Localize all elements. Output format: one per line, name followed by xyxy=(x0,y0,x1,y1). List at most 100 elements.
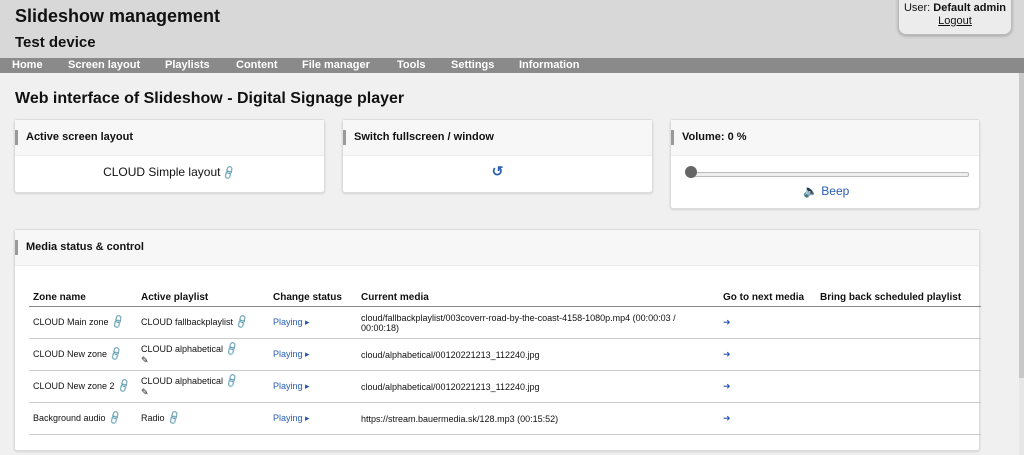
col-current-media: Current media xyxy=(357,274,719,307)
status-toggle[interactable]: Playing ▸ xyxy=(273,317,310,327)
play-icon: ▸ xyxy=(305,413,310,423)
fullscreen-title: Switch fullscreen / window xyxy=(343,120,652,156)
playlist-link-icon[interactable]: 🔗 xyxy=(234,315,250,331)
playlist-name: CLOUD fallbackplaylist xyxy=(141,317,234,327)
volume-slider-handle[interactable] xyxy=(685,166,697,178)
active-layout-title: Active screen layout xyxy=(15,120,324,156)
playlist-link-icon[interactable]: 🔗 xyxy=(224,341,240,357)
next-media-cell: ➜ xyxy=(719,338,816,371)
table-row: CLOUD New zone 2🔗 CLOUD alphabetical🔗 ✎ P… xyxy=(29,370,981,403)
playlist-name: Radio xyxy=(141,413,165,423)
zone-link-icon[interactable]: 🔗 xyxy=(116,379,132,395)
user-label: User: xyxy=(903,2,931,14)
page-heading: Web interface of Slideshow - Digital Sig… xyxy=(15,90,405,107)
zone-link-icon[interactable]: 🔗 xyxy=(110,315,126,331)
playlist-name: CLOUD alphabetical xyxy=(141,343,224,354)
volume-body: 🔈 Beep xyxy=(671,156,979,208)
zone-name: CLOUD New zone 2 xyxy=(33,381,115,391)
media-status-title: Media status & control xyxy=(15,230,979,266)
next-arrow-icon[interactable]: ➜ xyxy=(723,349,731,359)
playlist-cell: CLOUD alphabetical🔗 ✎ xyxy=(137,338,269,371)
next-arrow-icon[interactable]: ➜ xyxy=(723,317,731,327)
next-arrow-icon[interactable]: ➜ xyxy=(723,381,731,391)
play-icon: ▸ xyxy=(305,317,310,327)
volume-slider-track[interactable] xyxy=(691,172,969,177)
status-toggle[interactable]: Playing ▸ xyxy=(273,349,310,359)
nav-tools[interactable]: Tools xyxy=(397,59,426,71)
next-arrow-icon[interactable]: ➜ xyxy=(723,413,731,423)
edit-playlist-icon[interactable]: ✎ xyxy=(141,387,149,397)
zone-name: Background audio xyxy=(33,413,106,423)
active-layout-card: Active screen layout CLOUD Simple layout… xyxy=(14,119,325,193)
refresh-icon[interactable]: ↺ xyxy=(492,163,504,179)
col-change-status: Change status xyxy=(269,274,357,307)
status-label: Playing xyxy=(273,317,303,327)
user-name: Default admin xyxy=(933,2,1007,14)
nav-information[interactable]: Information xyxy=(519,59,580,71)
fullscreen-body: ↺ xyxy=(343,156,652,180)
zone-link-icon[interactable]: 🔗 xyxy=(108,347,124,363)
bring-back-cell xyxy=(816,338,981,371)
logout-link[interactable]: Logout xyxy=(899,15,1011,27)
media-cell: https://stream.bauermedia.sk/128.mp3 (00… xyxy=(357,402,719,435)
media-cell: cloud/fallbackplaylist/003coverr-road-by… xyxy=(357,306,719,339)
main-nav: Home Screen layout Playlists Content Fil… xyxy=(0,58,1024,73)
edit-playlist-icon[interactable]: ✎ xyxy=(141,355,149,365)
status-label: Playing xyxy=(273,413,303,423)
nav-settings[interactable]: Settings xyxy=(451,59,494,71)
status-label: Playing xyxy=(273,381,303,391)
play-icon: ▸ xyxy=(305,381,310,391)
zone-link-icon[interactable]: 🔗 xyxy=(107,411,123,427)
zone-cell: Background audio🔗 xyxy=(29,402,137,435)
edit-link-icon[interactable]: 🔗 xyxy=(222,166,238,182)
zone-name: CLOUD Main zone xyxy=(33,317,109,327)
status-toggle[interactable]: Playing ▸ xyxy=(273,413,310,423)
playlist-cell: CLOUD alphabetical🔗 ✎ xyxy=(137,370,269,403)
page-content: Web interface of Slideshow - Digital Sig… xyxy=(0,73,1024,455)
col-active-playlist: Active playlist xyxy=(137,274,269,307)
col-bring-back: Bring back scheduled playlist xyxy=(816,274,981,307)
playlist-link-icon[interactable]: 🔗 xyxy=(166,411,182,427)
bring-back-cell xyxy=(816,370,981,403)
user-box: User: Default admin Logout xyxy=(898,0,1012,35)
media-table-header: Zone name Active playlist Change status … xyxy=(29,274,981,307)
device-name: Test device xyxy=(15,34,96,51)
zone-cell: CLOUD New zone 2🔗 xyxy=(29,370,137,403)
playlist-link-icon[interactable]: 🔗 xyxy=(224,373,240,389)
status-label: Playing xyxy=(273,349,303,359)
active-layout-value: CLOUD Simple layout xyxy=(103,165,221,179)
next-media-cell: ➜ xyxy=(719,402,816,435)
status-cell: Playing ▸ xyxy=(269,338,357,371)
status-cell: Playing ▸ xyxy=(269,306,357,339)
playlist-name: CLOUD alphabetical xyxy=(141,375,224,386)
playlist-cell: CLOUD fallbackplaylist🔗 xyxy=(137,306,269,339)
speaker-icon: 🔈 xyxy=(803,184,818,198)
volume-title: Volume: 0 % xyxy=(671,120,979,156)
media-table: Zone name Active playlist Change status … xyxy=(29,274,981,435)
next-media-cell: ➜ xyxy=(719,370,816,403)
table-row: CLOUD New zone🔗 CLOUD alphabetical🔗 ✎ Pla… xyxy=(29,338,981,371)
nav-content[interactable]: Content xyxy=(236,59,278,71)
nav-home[interactable]: Home xyxy=(12,59,43,71)
zone-cell: CLOUD New zone🔗 xyxy=(29,338,137,371)
nav-file-manager[interactable]: File manager xyxy=(302,59,370,71)
next-media-cell: ➜ xyxy=(719,306,816,339)
beep-label: Beep xyxy=(821,184,850,198)
table-row: CLOUD Main zone🔗 CLOUD fallbackplaylist🔗… xyxy=(29,306,981,339)
app-title: Slideshow management xyxy=(15,6,221,26)
media-cell: cloud/alphabetical/00120221213_112240.jp… xyxy=(357,370,719,403)
table-row: Background audio🔗 Radio🔗 Playing ▸ https… xyxy=(29,402,981,435)
media-cell: cloud/alphabetical/00120221213_112240.jp… xyxy=(357,338,719,371)
playlist-cell: Radio🔗 xyxy=(137,402,269,435)
nav-screen-layout[interactable]: Screen layout xyxy=(68,59,140,71)
status-cell: Playing ▸ xyxy=(269,370,357,403)
volume-card: Volume: 0 % 🔈 Beep xyxy=(670,119,980,209)
media-status-card: Media status & control Zone name Active … xyxy=(14,229,981,451)
nav-playlists[interactable]: Playlists xyxy=(165,59,210,71)
status-cell: Playing ▸ xyxy=(269,402,357,435)
bring-back-cell xyxy=(816,402,981,435)
beep-button[interactable]: 🔈 Beep xyxy=(803,184,849,198)
scrollbar-thumb[interactable] xyxy=(1019,73,1024,378)
status-toggle[interactable]: Playing ▸ xyxy=(273,381,310,391)
page-scrollbar[interactable] xyxy=(1019,73,1024,455)
